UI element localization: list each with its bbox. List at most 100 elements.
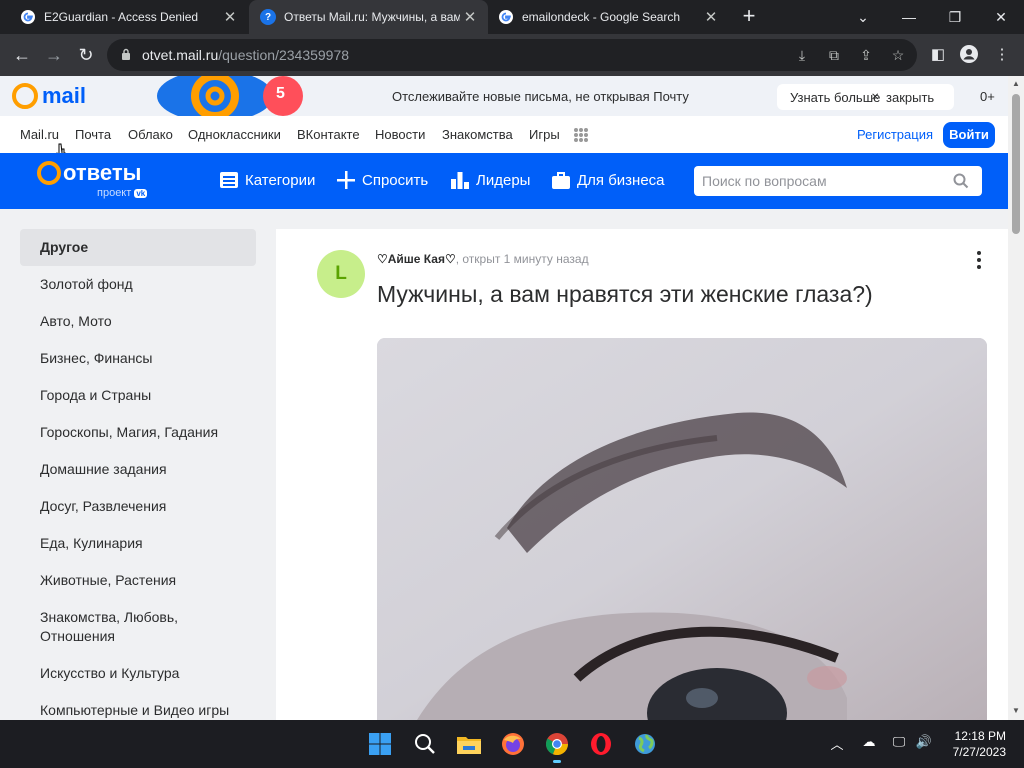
back-icon[interactable]: ← bbox=[10, 43, 34, 67]
cloud-offline-icon[interactable]: ☁ bbox=[859, 734, 879, 750]
restore-icon[interactable]: ❐ bbox=[932, 0, 978, 34]
translate-icon[interactable]: ⧉ bbox=[825, 46, 843, 64]
close-link[interactable]: закрыть bbox=[886, 90, 934, 105]
learn-more-link[interactable]: Узнать больше bbox=[790, 90, 880, 105]
address-url: otvet.mail.ru/question/234359978 bbox=[142, 47, 350, 63]
more-options-icon[interactable] bbox=[973, 251, 985, 269]
at-logo-icon bbox=[12, 83, 38, 109]
clock-time: 12:18 PM bbox=[954, 729, 1006, 743]
author-name[interactable]: ♡Айше Кая♡ bbox=[377, 252, 456, 266]
firefox-icon[interactable] bbox=[497, 728, 529, 760]
portal-link-cloud[interactable]: Облако bbox=[128, 127, 173, 142]
login-button[interactable]: Войти bbox=[943, 122, 995, 148]
tab-title: emailondeck - Google Search bbox=[522, 10, 681, 24]
portal-link-news[interactable]: Новости bbox=[375, 127, 425, 142]
question-meta: ♡Айше Кая♡, открыт 1 минуту назад bbox=[377, 252, 589, 266]
sidebar-item-business[interactable]: Бизнес, Финансы bbox=[20, 340, 256, 377]
nav-business[interactable]: Для бизнеса bbox=[551, 170, 665, 190]
browser-menu-icon[interactable]: ⋮ bbox=[992, 45, 1012, 65]
portal-link-vk[interactable]: ВКонтакте bbox=[297, 127, 360, 142]
volume-icon[interactable]: 🔊 bbox=[914, 734, 934, 750]
scroll-down-icon[interactable]: ▼ bbox=[1011, 706, 1021, 715]
question-title: Мужчины, а вам нравятся эти женские глаз… bbox=[377, 281, 873, 307]
briefcase-icon bbox=[552, 172, 570, 189]
close-tab-icon[interactable]: ✕ bbox=[701, 8, 721, 26]
vk-badge-icon: vk bbox=[134, 189, 148, 198]
browser-tab-active[interactable]: ? Ответы Mail.ru: Мужчины, а вам нравятс… bbox=[249, 0, 488, 34]
browser-toolbar: ← → ↻ otvet.mail.ru/question/234359978 ⤓… bbox=[0, 34, 1024, 76]
age-rating: 0+ bbox=[980, 89, 995, 104]
categories-icon bbox=[220, 172, 238, 188]
side-panel-icon[interactable]: ◧ bbox=[928, 45, 948, 65]
sidebar-item-other[interactable]: Другое bbox=[20, 229, 256, 266]
google-g-icon bbox=[498, 9, 514, 25]
minimize-icon[interactable]: ― bbox=[886, 0, 932, 34]
nav-leaders[interactable]: Лидеры bbox=[450, 170, 530, 190]
scrollbar-thumb[interactable] bbox=[1012, 94, 1020, 234]
plus-icon bbox=[337, 171, 355, 189]
mail-logo[interactable]: mail bbox=[12, 83, 86, 109]
lock-icon bbox=[122, 48, 130, 60]
portal-link-mail[interactable]: Почта bbox=[75, 127, 111, 142]
search-icon[interactable] bbox=[953, 173, 969, 189]
browser-tab[interactable]: emailondeck - Google Search ✕ bbox=[489, 0, 729, 34]
portal-link-ok[interactable]: Одноклассники bbox=[188, 127, 281, 142]
avatar[interactable]: L bbox=[317, 250, 365, 298]
chrome-icon[interactable] bbox=[541, 728, 573, 763]
sidebar-item-cities[interactable]: Города и Страны bbox=[20, 377, 256, 414]
sidebar-item-leisure[interactable]: Досуг, Развлечения bbox=[20, 488, 256, 525]
category-sidebar: Другое Золотой фонд Авто, Мото Бизнес, Ф… bbox=[20, 229, 256, 729]
leaders-chart-icon bbox=[451, 172, 469, 189]
file-explorer-icon[interactable] bbox=[453, 728, 485, 760]
question-search bbox=[694, 166, 982, 196]
search-input[interactable] bbox=[702, 171, 942, 191]
nav-categories[interactable]: Категории bbox=[219, 170, 315, 190]
portal-link-mailru[interactable]: Mail.ru bbox=[20, 127, 59, 142]
reload-icon[interactable]: ↻ bbox=[74, 43, 98, 67]
sidebar-item-auto[interactable]: Авто, Мото bbox=[20, 303, 256, 340]
register-link[interactable]: Регистрация bbox=[857, 127, 933, 142]
profile-icon[interactable] bbox=[959, 45, 979, 65]
sidebar-item-horoscopes[interactable]: Гороскопы, Магия, Гадания bbox=[20, 414, 256, 451]
windows-taskbar: ︿ ☁ 🖵 🔊 12:18 PM 7/27/2023 bbox=[0, 720, 1024, 768]
sidebar-item-art[interactable]: Искусство и Культура bbox=[20, 655, 256, 692]
tab-title: Ответы Mail.ru: Мужчины, а вам нравятся … bbox=[284, 10, 460, 24]
sidebar-item-animals[interactable]: Животные, Растения bbox=[20, 562, 256, 599]
close-icon[interactable]: ✕ bbox=[871, 92, 879, 103]
tray-chevron-up-icon[interactable]: ︿ bbox=[827, 734, 847, 753]
network-globe-icon[interactable] bbox=[629, 728, 661, 760]
share-icon[interactable]: ⇪ bbox=[857, 46, 875, 64]
browser-tab[interactable]: E2Guardian - Access Denied ✕ bbox=[0, 0, 248, 34]
answers-header: ответы проект vk Категории Спросить Лиде… bbox=[0, 153, 1008, 209]
windows-start-icon[interactable] bbox=[364, 728, 396, 760]
apps-grid-icon[interactable] bbox=[574, 128, 588, 142]
question-photo[interactable] bbox=[377, 338, 987, 720]
network-icon[interactable]: 🖵 bbox=[889, 734, 909, 750]
tab-title: E2Guardian - Access Denied bbox=[44, 10, 199, 24]
opera-icon[interactable] bbox=[585, 728, 617, 760]
portal-nav: Mail.ru Почта Облако Одноклассники ВКонт… bbox=[0, 116, 1008, 161]
promo-text: Отслеживайте новые письма, не открывая П… bbox=[392, 89, 689, 104]
close-tab-icon[interactable]: ✕ bbox=[220, 8, 240, 26]
sidebar-item-food[interactable]: Еда, Кулинария bbox=[20, 525, 256, 562]
scroll-up-icon[interactable]: ▲ bbox=[1011, 79, 1021, 88]
promo-illustration[interactable]: 5 bbox=[157, 70, 307, 122]
forward-icon[interactable]: → bbox=[42, 43, 66, 67]
install-app-icon[interactable]: ⤓ bbox=[793, 46, 811, 64]
nav-ask[interactable]: Спросить bbox=[336, 170, 428, 190]
new-tab-icon[interactable]: + bbox=[737, 4, 761, 28]
sidebar-item-dating[interactable]: Знакомства, Любовь, Отношения bbox=[20, 599, 220, 655]
taskbar-clock[interactable]: 12:18 PM 7/27/2023 bbox=[948, 728, 1006, 760]
portal-link-games[interactable]: Игры bbox=[529, 127, 560, 142]
sidebar-item-gold[interactable]: Золотой фонд bbox=[20, 266, 256, 303]
sidebar-item-homework[interactable]: Домашние задания bbox=[20, 451, 256, 488]
portal-link-dating[interactable]: Знакомства bbox=[442, 127, 513, 142]
page-scrollbar[interactable]: ▲ ▼ bbox=[1008, 76, 1024, 720]
search-icon[interactable] bbox=[409, 728, 441, 760]
close-window-icon[interactable]: ✕ bbox=[978, 0, 1024, 34]
bookmark-star-icon[interactable]: ☆ bbox=[889, 46, 907, 64]
promo-badge: 5 bbox=[276, 85, 285, 102]
tab-search-icon[interactable]: ⌄ bbox=[840, 0, 886, 34]
address-bar[interactable]: otvet.mail.ru/question/234359978 ⤓ ⧉ ⇪ ☆ bbox=[107, 39, 917, 71]
close-tab-icon[interactable]: ✕ bbox=[460, 8, 480, 26]
